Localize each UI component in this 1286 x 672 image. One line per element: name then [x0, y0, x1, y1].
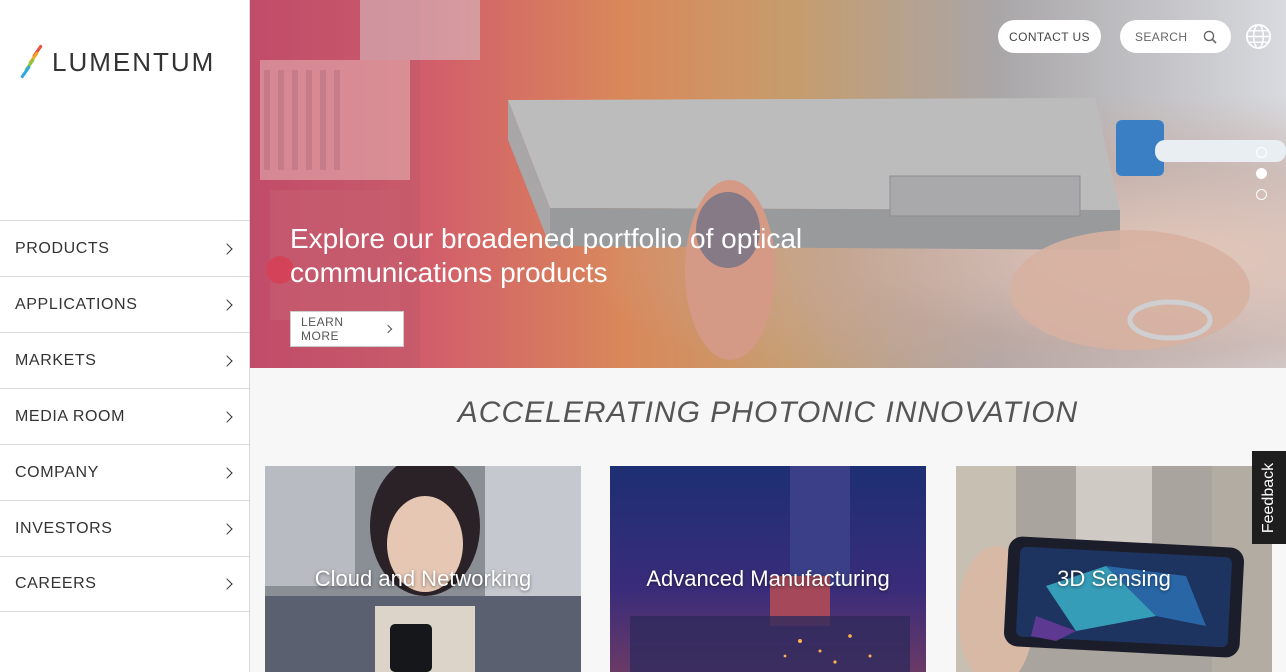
logo-mark-icon	[20, 44, 46, 80]
chevron-right-icon	[221, 354, 233, 367]
logo[interactable]: LUMENTUM	[20, 44, 216, 80]
learn-more-button[interactable]: LEARN MORE	[290, 311, 404, 347]
nav-item-label: MEDIA ROOM	[15, 407, 126, 425]
carousel-dot-1[interactable]	[1256, 147, 1267, 158]
carousel-indicators	[1256, 147, 1267, 200]
search-placeholder: SEARCH	[1135, 29, 1188, 44]
contact-us-button[interactable]: CONTACT US	[998, 20, 1101, 53]
card-3d-sensing[interactable]: 3D Sensing	[956, 466, 1272, 672]
card-label: Cloud and Networking	[314, 566, 532, 591]
chevron-right-icon	[221, 242, 233, 255]
feedback-tab[interactable]: Feedback	[1252, 451, 1286, 544]
nav-item-applications[interactable]: APPLICATIONS	[0, 276, 249, 332]
main-nav: PRODUCTS APPLICATIONS MARKETS MEDIA ROOM…	[0, 220, 249, 612]
chevron-right-icon	[221, 298, 233, 311]
search-icon[interactable]	[1203, 30, 1217, 44]
feedback-label: Feedback	[1260, 462, 1278, 533]
card-label: Advanced Manufacturing	[646, 566, 890, 591]
chevron-right-icon	[221, 578, 233, 590]
chevron-right-icon	[221, 410, 233, 423]
learn-more-label: LEARN MORE	[301, 315, 344, 343]
nav-item-label: COMPANY	[15, 463, 99, 481]
page: LUMENTUM PRODUCTS APPLICATIONS MARKETS M…	[0, 0, 1286, 672]
nav-item-investors[interactable]: INVESTORS	[0, 500, 249, 556]
nav-item-markets[interactable]: MARKETS	[0, 332, 249, 388]
nav-item-company[interactable]: COMPANY	[0, 444, 249, 500]
hero-title: Explore our broadened portfolio of optic…	[290, 223, 803, 288]
chevron-right-icon	[221, 522, 233, 535]
nav-item-label: CAREERS	[15, 575, 97, 592]
card-cloud-networking[interactable]: Cloud and Networking	[265, 466, 581, 672]
nav-item-media-room[interactable]: MEDIA ROOM	[0, 388, 249, 444]
logo-text: LUMENTUM	[52, 46, 216, 77]
nav-item-label: APPLICATIONS	[15, 295, 138, 313]
search-input[interactable]: SEARCH	[1120, 20, 1231, 53]
hero-banner: Explore our broadened portfolio of optic…	[250, 0, 1286, 368]
nav-item-label: PRODUCTS	[15, 239, 110, 257]
globe-icon[interactable]	[1245, 23, 1272, 50]
chevron-right-icon	[383, 324, 393, 334]
hero-image	[250, 0, 1286, 368]
sidebar: LUMENTUM PRODUCTS APPLICATIONS MARKETS M…	[0, 0, 250, 672]
tagline: ACCELERATING PHOTONIC INNOVATION	[457, 396, 1079, 429]
nav-item-careers[interactable]: CAREERS	[0, 556, 249, 612]
nav-item-label: INVESTORS	[15, 519, 113, 537]
carousel-dot-3[interactable]	[1256, 189, 1267, 200]
nav-item-products[interactable]: PRODUCTS	[0, 220, 249, 276]
card-advanced-manufacturing[interactable]: Advanced Manufacturing	[610, 466, 926, 672]
carousel-dot-2[interactable]	[1256, 168, 1267, 179]
chevron-right-icon	[221, 466, 233, 479]
card-label: 3D Sensing	[1057, 566, 1171, 591]
nav-item-label: MARKETS	[15, 351, 97, 369]
